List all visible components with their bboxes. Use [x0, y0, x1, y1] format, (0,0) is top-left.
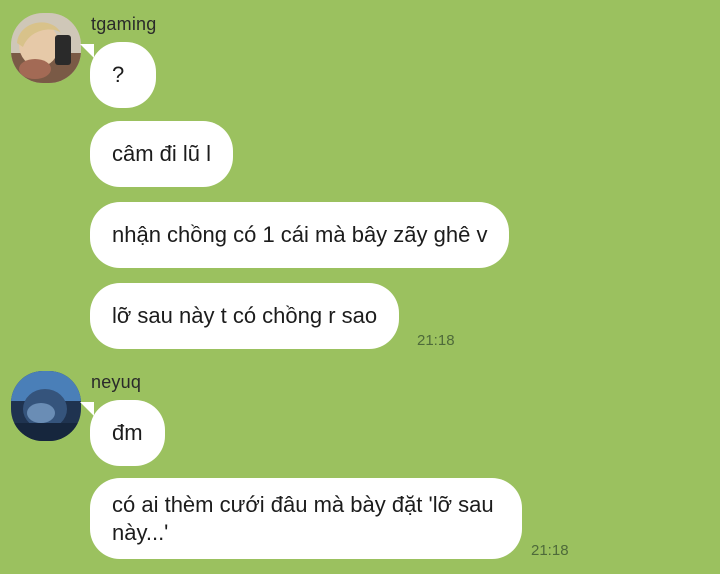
message-bubble[interactable]: đm	[90, 400, 165, 466]
message-text: có ai thèm cưới đâu mà bày đặt 'lỡ sau n…	[112, 492, 494, 545]
message-bubble[interactable]: ?	[90, 42, 156, 108]
message-text: nhận chồng có 1 cái mà bây zãy ghê v	[112, 222, 488, 247]
avatar-neyuq[interactable]	[11, 371, 81, 441]
bubble-tail	[80, 402, 94, 416]
message-bubble[interactable]: nhận chồng có 1 cái mà bây zãy ghê v	[90, 202, 510, 268]
bubble-tail	[80, 44, 94, 58]
timestamp: 21:18	[531, 542, 569, 559]
sender-name: tgaming	[91, 14, 157, 34]
message-text: đm	[112, 420, 143, 445]
message-bubble[interactable]: có ai thèm cưới đâu mà bày đặt 'lỡ sau n…	[90, 478, 522, 559]
message-text: ?	[112, 62, 125, 87]
sender-name: neyuq	[91, 372, 142, 392]
message-bubble[interactable]: lỡ sau này t có chồng r sao	[90, 283, 400, 349]
avatar-tgaming[interactable]	[11, 13, 81, 83]
timestamp: 21:18	[417, 332, 455, 349]
message-text: lỡ sau này t có chồng r sao	[112, 303, 378, 328]
profile-photo-icon	[11, 371, 81, 441]
chat-thread: tgaming ? câm đi lũ l nhận chồng có 1 cá…	[0, 0, 720, 574]
profile-photo-icon	[11, 13, 81, 83]
message-text: câm đi lũ l	[112, 141, 212, 166]
message-bubble[interactable]: câm đi lũ l	[90, 121, 234, 187]
